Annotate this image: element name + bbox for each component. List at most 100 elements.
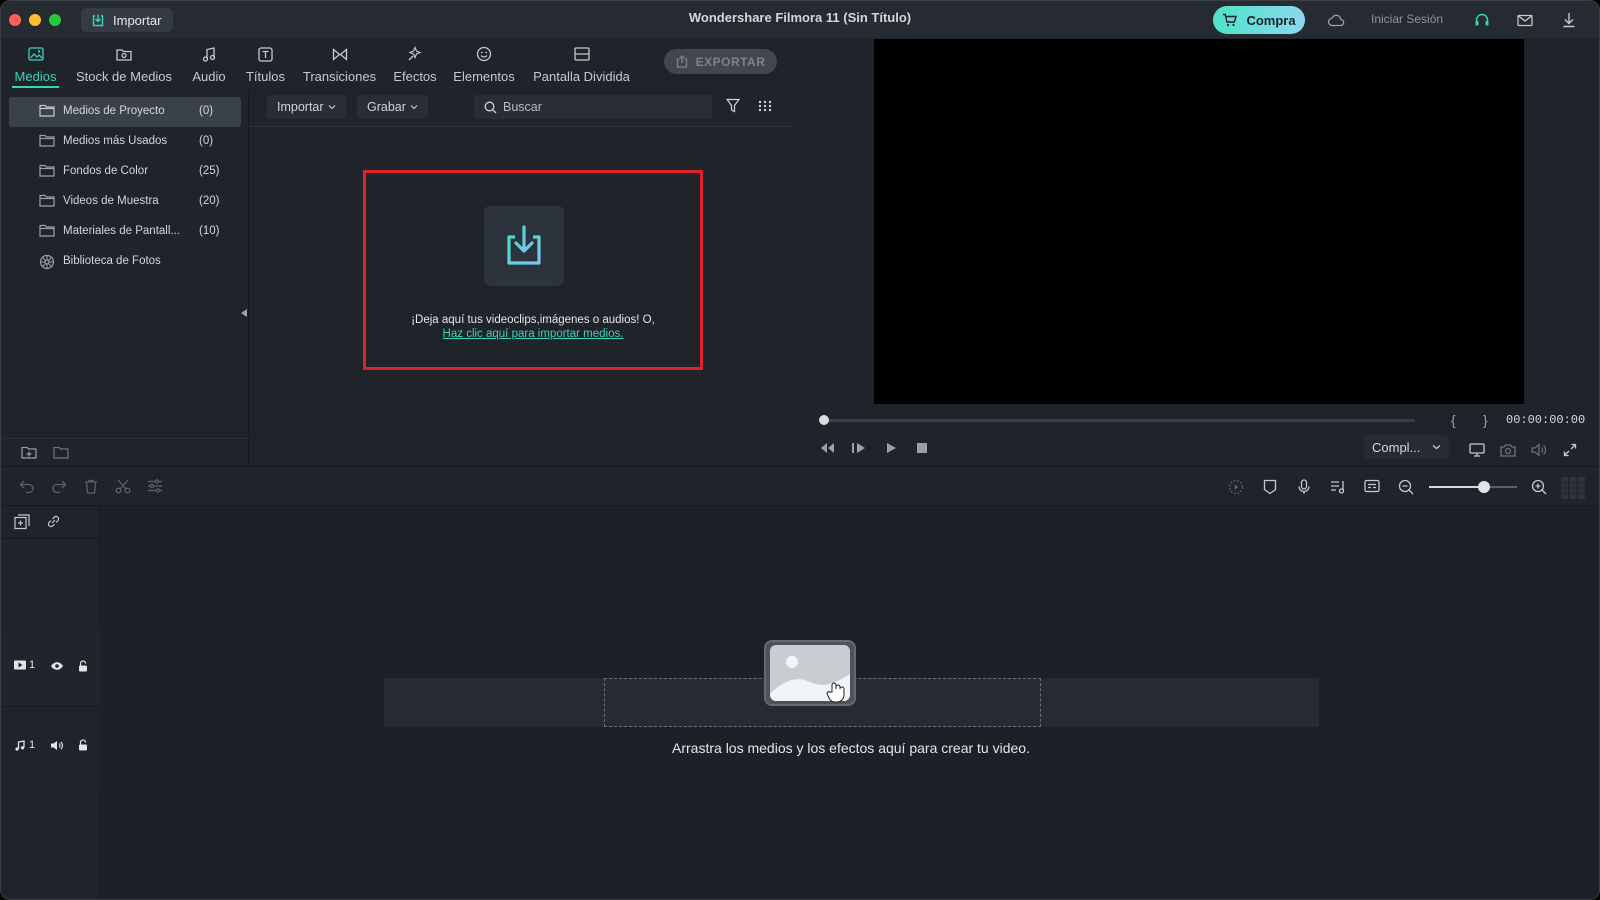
- undo-icon[interactable]: [19, 479, 35, 493]
- photo-library-icon: [39, 254, 55, 270]
- zoom-slider-handle[interactable]: [1477, 481, 1490, 493]
- close-window-button[interactable]: [9, 14, 21, 26]
- speaker-icon[interactable]: [50, 740, 63, 751]
- search-field[interactable]: [474, 95, 712, 119]
- zoom-slider-fill: [1429, 486, 1484, 488]
- tab-titles[interactable]: Títulos: [244, 38, 287, 88]
- buy-button[interactable]: Compra: [1213, 6, 1305, 34]
- subtitle-icon[interactable]: [1364, 479, 1380, 493]
- tab-effects-label: Efectos: [393, 69, 437, 84]
- timecode-display: 00:00:00:00: [1506, 413, 1586, 427]
- marker-shield-icon[interactable]: [1263, 479, 1277, 495]
- record-dropdown[interactable]: Grabar: [357, 95, 428, 119]
- import-media-button[interactable]: [484, 206, 564, 286]
- mark-out-button[interactable]: }: [1483, 412, 1488, 428]
- tab-stock-media[interactable]: Stock de Medios: [72, 38, 176, 88]
- media-icon: [27, 44, 44, 64]
- mark-in-button[interactable]: {: [1451, 412, 1456, 428]
- folder-icon: [39, 134, 55, 147]
- zoom-in-icon[interactable]: [1531, 479, 1547, 495]
- quality-dropdown[interactable]: Compl...: [1364, 435, 1449, 459]
- tab-transitions[interactable]: Transiciones: [301, 38, 378, 88]
- tab-split-screen[interactable]: Pantalla Dividida: [531, 38, 632, 88]
- folder-icon: [39, 194, 55, 207]
- fullscreen-icon[interactable]: [1563, 443, 1577, 457]
- tab-elements[interactable]: Elementos: [452, 38, 516, 88]
- stop-icon[interactable]: [917, 443, 927, 453]
- tab-effects[interactable]: Efectos: [392, 38, 438, 88]
- search-input[interactable]: [503, 100, 703, 114]
- download-icon[interactable]: [1559, 10, 1579, 30]
- folder-icon: [39, 224, 55, 237]
- sidebar-item-color-backgrounds[interactable]: Fondos de Color (25): [9, 157, 241, 187]
- sidebar-item-label: Medios más Usados: [63, 135, 168, 147]
- scrubber-handle[interactable]: [819, 415, 829, 425]
- tab-elements-label: Elementos: [453, 69, 515, 84]
- chevron-down-icon: [328, 104, 336, 110]
- timeline-area[interactable]: Arrastra los medios y los efectos aquí p…: [101, 506, 1599, 899]
- eye-visibility-icon[interactable]: [50, 661, 64, 671]
- collapse-sidebar-arrow-icon[interactable]: [241, 309, 247, 317]
- play-icon[interactable]: [885, 442, 897, 454]
- export-button[interactable]: EXPORTAR: [664, 49, 777, 74]
- video-track-icon: [14, 660, 26, 670]
- timeline-toolbar: [1, 466, 1599, 506]
- previous-frame-icon[interactable]: [819, 442, 835, 454]
- playback-scrubber[interactable]: [819, 415, 1415, 425]
- split-screen-icon: [573, 44, 590, 64]
- zoom-out-icon[interactable]: [1398, 479, 1414, 495]
- cloud-icon[interactable]: [1326, 10, 1346, 30]
- sidebar-item-most-used[interactable]: Medios más Usados (0): [9, 127, 241, 157]
- render-preview-icon[interactable]: [1228, 479, 1244, 495]
- preview-screen[interactable]: [874, 39, 1524, 404]
- import-dropdown[interactable]: Importar: [267, 95, 346, 119]
- filter-icon[interactable]: [726, 98, 740, 113]
- audio-track-number: 1: [29, 739, 36, 751]
- new-folder-icon[interactable]: [21, 446, 37, 459]
- title-bar: Importar Wondershare Filmora 11 (Sin Tít…: [1, 1, 1599, 38]
- adjust-settings-icon[interactable]: [147, 479, 163, 493]
- chevron-down-icon: [410, 104, 418, 110]
- import-icon: [91, 13, 105, 27]
- tab-audio[interactable]: Audio: [190, 38, 228, 88]
- media-drop-zone[interactable]: ¡Deja aquí tus videoclips,imágenes o aud…: [363, 170, 703, 370]
- volume-icon[interactable]: [1531, 443, 1547, 457]
- redo-icon[interactable]: [51, 479, 67, 493]
- snapshot-camera-icon[interactable]: [1500, 443, 1516, 457]
- audio-track-header: 1: [1, 707, 100, 787]
- cut-scissors-icon[interactable]: [115, 479, 131, 494]
- effects-icon: [407, 44, 423, 64]
- audio-mixer-icon[interactable]: [1330, 479, 1346, 495]
- sidebar-item-sample-videos[interactable]: Videos de Muestra (20): [9, 187, 241, 217]
- import-button[interactable]: Importar: [81, 8, 174, 32]
- media-content-area: Importar Grabar Buscar ¡Deja aquí tus vi…: [250, 89, 795, 466]
- delete-trash-icon[interactable]: [84, 479, 98, 494]
- import-download-icon: [502, 223, 546, 269]
- tab-media[interactable]: Medios: [12, 38, 59, 88]
- link-icon[interactable]: [46, 514, 61, 529]
- zoom-slider[interactable]: [1429, 481, 1517, 493]
- microphone-icon[interactable]: [1297, 479, 1311, 495]
- sidebar-item-count: (10): [199, 225, 220, 237]
- mail-icon[interactable]: [1515, 10, 1535, 30]
- lock-icon[interactable]: [78, 739, 88, 751]
- maximize-window-button[interactable]: [49, 14, 61, 26]
- folder-icon: [39, 164, 55, 177]
- sidebar-item-screen-materials[interactable]: Materiales de Pantall... (10): [9, 217, 241, 247]
- minimize-window-button[interactable]: [29, 14, 41, 26]
- lock-icon[interactable]: [78, 660, 88, 672]
- grid-view-icon[interactable]: [758, 100, 772, 112]
- import-media-link[interactable]: Haz clic aquí para importar medios.: [366, 328, 700, 340]
- support-headset-icon[interactable]: [1472, 10, 1492, 30]
- sidebar-item-project-media[interactable]: Medios de Proyecto (0): [9, 97, 241, 127]
- timeline-grid-view-icon[interactable]: [1561, 477, 1585, 499]
- tab-transitions-label: Transiciones: [302, 69, 377, 84]
- monitor-icon[interactable]: [1469, 443, 1485, 457]
- quality-label: Compl...: [1372, 439, 1421, 455]
- folder-icon[interactable]: [53, 446, 69, 459]
- play-backward-icon[interactable]: [851, 442, 867, 454]
- login-link[interactable]: Iniciar Sesión: [1371, 12, 1443, 26]
- add-track-icon[interactable]: [14, 514, 30, 530]
- sidebar-item-photo-library[interactable]: Biblioteca de Fotos: [9, 247, 241, 277]
- elements-icon: [476, 44, 492, 64]
